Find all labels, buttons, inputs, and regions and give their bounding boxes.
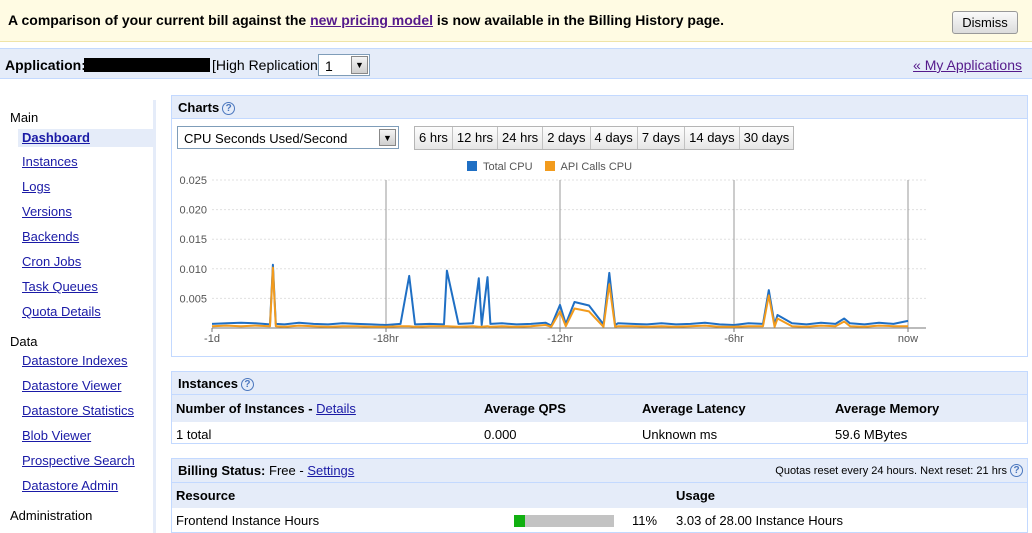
col-average-memory: Average Memory — [831, 395, 1027, 422]
redacted-app-id — [84, 58, 210, 72]
range-button-2-days[interactable]: 2 days — [543, 127, 591, 149]
legend-swatch — [544, 161, 555, 171]
usage-percent: 11% — [632, 512, 658, 528]
legend-label: Total CPU — [483, 161, 533, 173]
col-average-latency: Average Latency — [638, 395, 831, 422]
dismiss-button[interactable]: Dismiss — [952, 11, 1018, 34]
range-button-14-days[interactable]: 14 days — [685, 127, 740, 149]
usage-progress-bar — [514, 515, 614, 527]
help-icon[interactable]: ? — [240, 378, 254, 391]
sidebar-item-cron-jobs[interactable]: Cron Jobs — [22, 254, 81, 269]
usage-progress-fill — [514, 515, 525, 527]
billing-panel: Billing Status: Free - Settings Quotas r… — [171, 458, 1028, 533]
x-tick-label: now — [898, 333, 918, 345]
x-tick-label: -1d — [204, 333, 220, 345]
y-tick-label: 0.020 — [179, 205, 207, 217]
sidebar-item-instances[interactable]: Instances — [22, 154, 78, 169]
chart-metric-select[interactable]: CPU Seconds Used/Second ▼ — [177, 126, 399, 149]
dropdown-arrow-icon: ▼ — [379, 129, 396, 146]
cpu-chart: 0.025 0.020 0.015 0.010 0.005 -1d -18hr -12hr -6… — [179, 175, 926, 345]
quota-reset-note: Quotas reset every 24 hours. Next reset:… — [775, 464, 1023, 477]
sidebar-item-datastore-viewer[interactable]: Datastore Viewer — [22, 378, 121, 393]
sidebar-item-blob-viewer[interactable]: Blob Viewer — [22, 428, 91, 443]
y-tick-label: 0.005 — [179, 293, 207, 305]
nav-section-title: Main — [10, 110, 39, 125]
instances-qps: 0.000 — [484, 426, 517, 442]
table-header-row: Resource Usage — [172, 483, 1027, 508]
instances-details-link[interactable]: Details — [316, 401, 356, 416]
banner-message: A comparison of your current bill agains… — [8, 12, 724, 28]
legend-label: API Calls CPU — [560, 161, 633, 173]
range-button-30-days[interactable]: 30 days — [739, 127, 794, 149]
replication-type: [High Replication] — [212, 57, 322, 73]
sidebar-item-backends[interactable]: Backends — [22, 229, 79, 244]
billing-settings-link[interactable]: Settings — [307, 463, 354, 478]
chart-metric-value: CPU Seconds Used/Second — [184, 131, 348, 146]
instances-memory: 59.6 MBytes — [835, 426, 908, 442]
my-applications-link[interactable]: « My Applications — [913, 57, 1022, 73]
sidebar-item-datastore-statistics[interactable]: Datastore Statistics — [22, 403, 134, 418]
instances-count: 1 total — [176, 426, 212, 442]
x-tick-label: -12hr — [547, 333, 573, 345]
version-select[interactable]: 1 ▼ — [318, 54, 370, 76]
billing-header: Billing Status: Free - Settings Quotas r… — [172, 459, 1027, 483]
charts-header: Charts? — [172, 96, 1027, 119]
time-range-buttons: 6 hrs 12 hrs 24 hrs 2 days 4 days 7 days 14 da… — [414, 126, 795, 150]
range-button-4-days[interactable]: 4 days — [590, 127, 638, 149]
application-label: Application: — [5, 57, 86, 73]
nav-section-title: Administration — [10, 508, 93, 523]
application-bar: Application: [High Replication] 1 ▼ « My… — [0, 48, 1032, 79]
sidebar-item-datastore-indexes[interactable]: Datastore Indexes — [22, 353, 128, 368]
banner-text-before: A comparison of your current bill agains… — [8, 12, 307, 28]
range-button-7-days[interactable]: 7 days — [637, 127, 686, 149]
sidebar-item-task-queues[interactable]: Task Queues — [22, 279, 98, 294]
legend-item: Total CPU — [467, 161, 533, 173]
version-select-value: 1 — [325, 58, 333, 74]
usage-value: 3.03 of 28.00 Instance Hours — [676, 512, 843, 528]
charts-panel: Charts? CPU Seconds Used/Second ▼ 6 hrs 1… — [171, 95, 1028, 357]
x-tick-label: -6hr — [724, 333, 744, 345]
quota-note-text: Quotas reset every 24 hours. Next reset:… — [775, 465, 1007, 477]
nav-section-title: Data — [10, 334, 38, 349]
chart-legend: Total CPU API Calls CPU — [467, 161, 632, 173]
billing-status: Free - — [269, 463, 304, 478]
sidebar-item-datastore-admin[interactable]: Datastore Admin — [22, 478, 118, 493]
y-tick-label: 0.010 — [179, 264, 207, 276]
col-usage: Usage — [672, 483, 1027, 508]
instances-latency: Unknown ms — [642, 426, 718, 442]
pricing-model-link[interactable]: new pricing model — [310, 12, 433, 28]
help-icon[interactable]: ? — [222, 102, 236, 115]
billing-label: Billing Status: — [178, 463, 266, 478]
sidebar-item-logs[interactable]: Logs — [22, 179, 50, 194]
col-number-of-instances: Number of Instances - Details — [172, 395, 480, 422]
range-button-6-hrs[interactable]: 6 hrs — [415, 127, 453, 149]
resource-usage: 11% 3.03 of 28.00 Instance Hours — [632, 508, 1027, 532]
instances-table: Number of Instances - Details Average QP… — [172, 395, 1027, 446]
range-button-24-hrs[interactable]: 24 hrs — [498, 127, 544, 149]
legend-item: API Calls CPU — [544, 161, 633, 173]
y-tick-label: 0.015 — [179, 234, 207, 246]
legend-swatch — [467, 161, 477, 171]
header-label: Number of Instances — [176, 401, 305, 416]
notification-banner: A comparison of your current bill agains… — [0, 0, 1032, 42]
table-row: 1 total 0.000 Unknown ms 59.6 MBytes — [172, 422, 1027, 446]
sidebar-item-prospective-search[interactable]: Prospective Search — [22, 453, 135, 468]
charts-title: Charts — [178, 100, 220, 115]
x-tick-label: -18hr — [373, 333, 399, 345]
sidebar-item-versions[interactable]: Versions — [22, 204, 72, 219]
dropdown-arrow-icon: ▼ — [351, 56, 368, 74]
sidebar-item-dashboard[interactable]: Dashboard — [18, 129, 156, 147]
banner-text-after: is now available in the Billing History … — [436, 12, 724, 28]
table-header-row: Number of Instances - Details Average QP… — [172, 395, 1027, 422]
range-button-12-hrs[interactable]: 12 hrs — [452, 127, 499, 149]
col-resource: Resource — [172, 483, 672, 508]
instances-panel: Instances? Number of Instances - Details… — [171, 371, 1028, 444]
col-average-qps: Average QPS — [480, 395, 638, 422]
instances-header: Instances? — [172, 372, 1027, 395]
sidebar-nav: Main Dashboard Instances Logs Versions Backen… — [0, 100, 156, 533]
instances-title: Instances — [178, 376, 238, 391]
sidebar-item-quota-details[interactable]: Quota Details — [22, 304, 101, 319]
y-tick-label: 0.025 — [179, 175, 207, 187]
help-icon[interactable]: ? — [1010, 464, 1023, 477]
